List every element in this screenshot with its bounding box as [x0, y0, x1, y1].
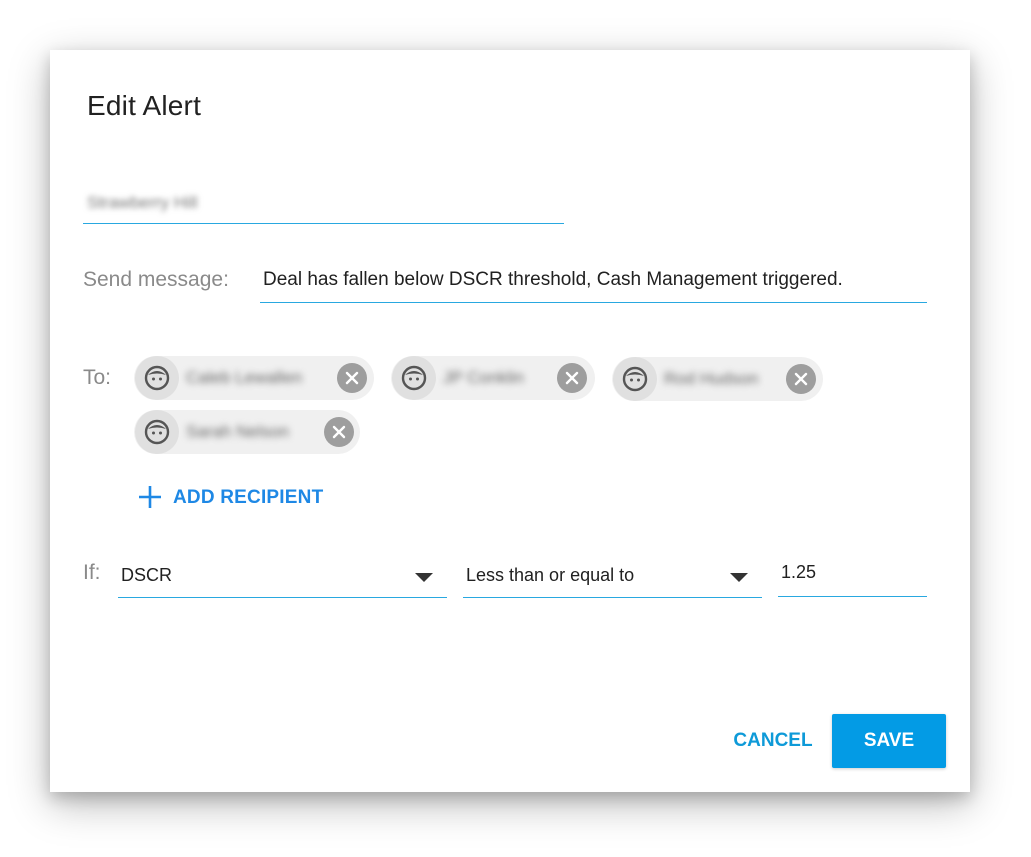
face-icon [135, 410, 179, 454]
plus-icon [138, 485, 162, 515]
face-icon [392, 356, 436, 400]
to-label: To: [83, 366, 112, 389]
recipient-chip[interactable]: JP Conklin [391, 356, 595, 400]
operator-select-value: Less than or equal to [466, 565, 635, 585]
close-circle-icon[interactable] [337, 363, 367, 393]
face-icon [135, 356, 179, 400]
recipient-name: Sarah Nelson [186, 422, 290, 441]
face-icon [613, 357, 657, 401]
recipient-name: JP Conklin [443, 368, 524, 387]
alert-name-field[interactable]: Strawberry Hill [83, 185, 564, 224]
operator-select[interactable]: Less than or equal to [463, 553, 762, 598]
if-label: If: [83, 561, 101, 584]
save-button[interactable]: SAVE [832, 714, 946, 768]
send-message-value: Deal has fallen below DSCR threshold, Ca… [263, 269, 843, 290]
recipient-chip[interactable]: Sarah Nelson [134, 410, 360, 454]
edit-alert-dialog: Edit Alert Strawberry Hill Send message:… [50, 50, 970, 792]
dialog-title: Edit Alert [87, 90, 202, 121]
caret-down-icon [730, 573, 748, 582]
cancel-button[interactable]: CANCEL [722, 715, 824, 767]
threshold-input[interactable]: 1.25 [778, 553, 927, 597]
recipient-name: Rod Hudson [664, 369, 759, 388]
metric-select[interactable]: DSCR [118, 553, 447, 598]
close-circle-icon[interactable] [324, 417, 354, 447]
recipient-name: Caleb Lewallen [186, 368, 303, 387]
metric-select-value: DSCR [121, 565, 173, 585]
send-message-label: Send message: [83, 268, 229, 291]
recipient-chip[interactable]: Caleb Lewallen [134, 356, 374, 400]
close-circle-icon[interactable] [786, 364, 816, 394]
caret-down-icon [415, 573, 433, 582]
threshold-value: 1.25 [781, 562, 817, 582]
send-message-field[interactable]: Deal has fallen below DSCR threshold, Ca… [260, 262, 927, 303]
close-circle-icon[interactable] [557, 363, 587, 393]
add-recipient-label: ADD RECIPIENT [173, 487, 324, 508]
recipient-chip[interactable]: Rod Hudson [612, 357, 823, 401]
alert-name-value: Strawberry Hill [87, 193, 198, 212]
